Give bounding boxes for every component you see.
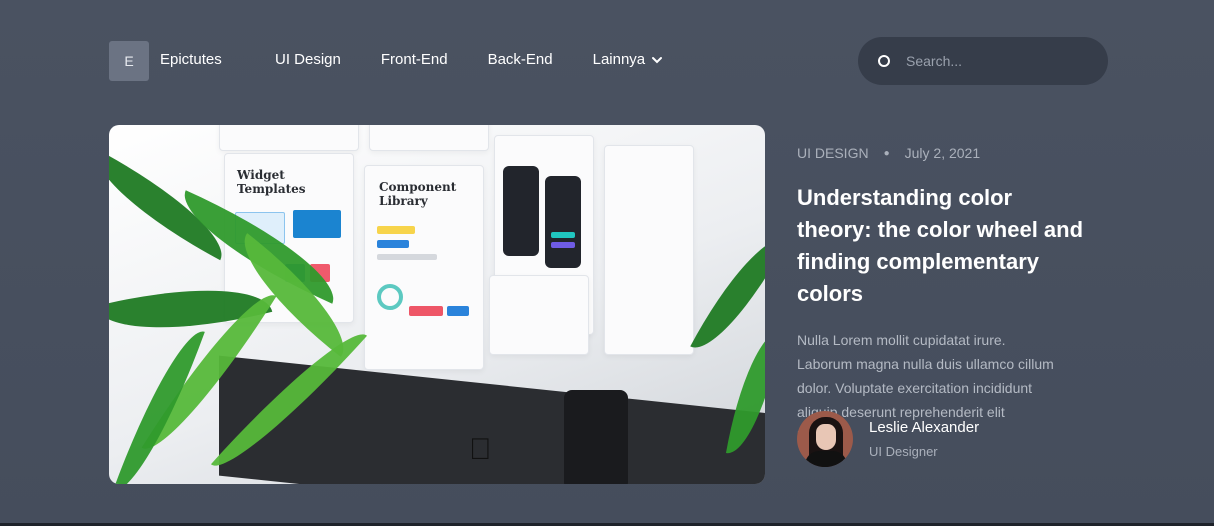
search-icon	[878, 55, 890, 67]
chevron-down-icon	[652, 56, 663, 63]
nav-ui-design[interactable]: UI Design	[275, 51, 341, 68]
logo[interactable]: E	[109, 41, 149, 81]
search-input[interactable]	[906, 53, 1086, 69]
main-nav: UI Design Front-End Back-End Lainnya	[275, 51, 663, 68]
ui-card	[369, 125, 489, 151]
featured-article: UI DESIGN ● July 2, 2021 Understanding c…	[797, 140, 1097, 448]
author-name: Leslie Alexander	[869, 419, 980, 436]
mini-button	[447, 306, 469, 316]
avatar	[797, 411, 853, 467]
nav-back-end[interactable]: Back-End	[488, 51, 553, 68]
ui-card	[219, 125, 359, 151]
widget-templates-title: Widget Templates	[237, 168, 306, 196]
search-box[interactable]	[858, 37, 1108, 85]
site-header: E Epictutes UI Design Front-End Back-End…	[109, 37, 1108, 85]
article-date: July 2, 2021	[904, 145, 981, 161]
meta-separator: ●	[883, 147, 890, 159]
component-library-card: Component Library	[364, 165, 484, 370]
plant-leaf	[109, 149, 240, 261]
nav-more-dropdown[interactable]: Lainnya	[593, 51, 664, 68]
ui-card	[604, 145, 694, 355]
avatar-body	[805, 451, 847, 467]
avatar-face	[816, 424, 836, 450]
mini-line	[551, 242, 575, 248]
mini-button	[377, 226, 415, 234]
mini-line	[551, 232, 575, 238]
nav-more-label: Lainnya	[592, 51, 646, 68]
author-role: UI Designer	[869, 444, 938, 459]
mini-line	[377, 254, 437, 260]
mini-widget	[293, 210, 341, 238]
brand-name[interactable]: Epictutes	[160, 51, 222, 68]
article-meta: UI DESIGN ● July 2, 2021	[797, 140, 1097, 166]
article-title[interactable]: Understanding color theory: the color wh…	[797, 182, 1087, 310]
nav-front-end[interactable]: Front-End	[381, 51, 448, 68]
author-info: Leslie Alexander UI Designer	[869, 419, 979, 459]
mini-button	[409, 306, 443, 316]
apple-logo-icon: 	[469, 433, 492, 467]
featured-article-image[interactable]: Widget Templates Component Library 	[109, 125, 765, 484]
dashboard-card	[489, 275, 589, 355]
component-library-title: Component Library	[379, 180, 457, 208]
article-category[interactable]: UI DESIGN	[797, 145, 869, 161]
dark-mobile-screen	[545, 176, 581, 268]
dark-mobile-screen	[503, 166, 539, 256]
article-author[interactable]: Leslie Alexander UI Designer	[797, 411, 979, 467]
phone	[564, 390, 628, 484]
mini-button	[377, 240, 409, 248]
mini-donut	[377, 284, 403, 310]
plant-leaf	[690, 222, 765, 364]
